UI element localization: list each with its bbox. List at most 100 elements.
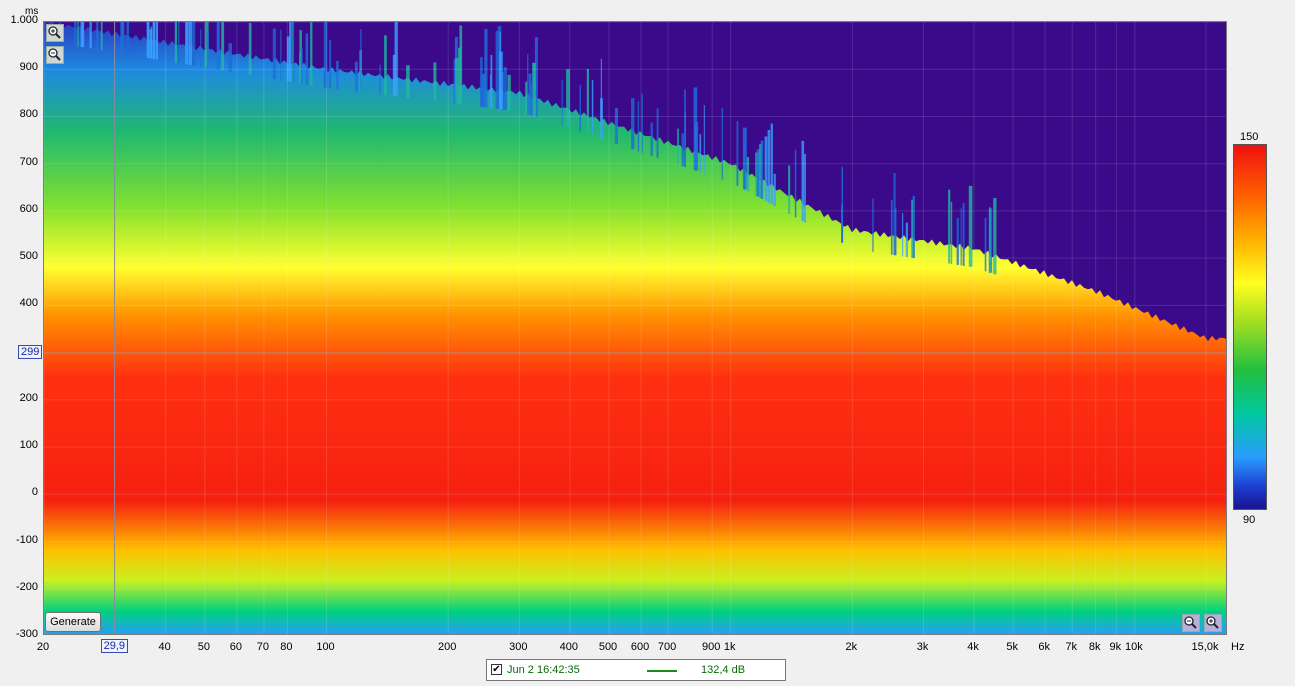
resonance-streak: [121, 22, 125, 54]
resonance-streak: [684, 111, 686, 168]
resonance-streak: [248, 23, 252, 76]
resonance-streak: [993, 197, 997, 275]
resonance-streak: [77, 22, 79, 47]
x-tick-label: 60: [229, 641, 242, 653]
resonance-streak: [433, 62, 437, 102]
resonance-streak: [406, 65, 410, 98]
generate-button[interactable]: Generate: [45, 612, 101, 632]
x-tick-label: 10k: [1124, 641, 1143, 653]
y-tick-label: -100: [15, 533, 38, 546]
x-tick-label: 20: [36, 641, 50, 653]
resonance-streak: [525, 81, 528, 114]
zoom-in-x-button[interactable]: [1204, 614, 1222, 632]
resonance-streak: [384, 35, 387, 96]
resonance-streak: [480, 74, 485, 107]
resonance-streak: [586, 69, 589, 135]
resonance-streak: [228, 43, 232, 72]
resonance-streak: [74, 22, 77, 46]
resonance-streak: [178, 22, 180, 64]
resonance-streak: [721, 107, 723, 180]
resonance-streak: [360, 29, 362, 93]
resonance-streak: [872, 198, 874, 252]
resonance-streak: [912, 195, 915, 259]
resonance-streak: [291, 22, 293, 83]
resonance-streak: [631, 98, 635, 150]
resonance-streak: [656, 108, 659, 158]
x-tick-label: 4k: [967, 641, 979, 653]
measurement-legend: ✔ Jun 2 16:42:35 132,4 dB: [486, 659, 786, 681]
zoom-out-button[interactable]: [46, 46, 64, 64]
resonance-streak: [948, 189, 951, 264]
resonance-streak: [150, 26, 153, 59]
legend-line-swatch: [647, 670, 677, 672]
x-tick-label: 500: [598, 641, 618, 653]
resonance-streak: [394, 22, 398, 97]
legend-checkbox[interactable]: ✔: [491, 664, 502, 675]
resonance-streak: [614, 108, 618, 144]
resonance-streak: [484, 29, 488, 108]
resonance-streak: [200, 29, 202, 68]
resonance-streak: [677, 128, 679, 165]
resonance-streak: [736, 121, 739, 186]
x-tick-label: 9k: [1109, 641, 1122, 653]
x-tick-label: 8k: [1088, 641, 1101, 653]
resonance-streak: [216, 22, 220, 70]
zoom-out-x-button[interactable]: [1182, 614, 1200, 632]
resonance-streak: [100, 22, 103, 51]
x-tick-label: 100: [316, 641, 335, 653]
y-tick-label: 500: [19, 250, 38, 263]
y-tick-label: -200: [15, 580, 38, 593]
resonance-streak: [292, 22, 295, 83]
x-tick-label: 5k: [1006, 641, 1018, 653]
y-tick-label: 0: [31, 486, 38, 499]
resonance-streak: [174, 22, 177, 63]
resonance-streak: [272, 28, 276, 80]
resonance-streak: [561, 79, 563, 126]
y-tick-label: 700: [19, 155, 38, 168]
resonance-streak: [455, 57, 459, 104]
resonance-streak: [354, 61, 358, 92]
cursor-x-readout: 29,9: [100, 639, 128, 653]
x-tick-label: 80: [280, 641, 293, 653]
resonance-streak: [962, 203, 965, 266]
resonance-streak: [681, 133, 684, 167]
resonance-streak: [528, 73, 532, 115]
y-tick-label: 400: [19, 297, 38, 310]
zoom-in-icon: [1206, 616, 1219, 629]
y-tick-label: -300: [15, 628, 38, 640]
zoom-in-button[interactable]: [46, 24, 64, 42]
zoom-out-icon: [1184, 616, 1197, 629]
resonance-streak: [507, 74, 511, 111]
resonance-streak: [336, 61, 339, 90]
decay-envelope: [44, 22, 1226, 634]
resonance-streak: [841, 204, 844, 243]
resonance-streak: [185, 22, 189, 65]
resonance-streak: [300, 48, 303, 84]
resonance-streak: [764, 136, 768, 201]
resonance-streak: [989, 207, 991, 273]
resonance-streak: [188, 22, 192, 66]
resonance-streak: [499, 31, 501, 110]
x-tick-label: 15,0k: [1191, 641, 1219, 653]
legend-value: 132,4 dB: [701, 664, 746, 676]
resonance-streak: [153, 22, 155, 60]
x-tick-label: 600: [630, 641, 650, 653]
spectrogram-plot[interactable]: [43, 21, 1227, 635]
resonance-streak: [760, 140, 764, 199]
resonance-streak: [490, 55, 493, 109]
resonance-streak: [503, 67, 507, 110]
resonance-streak: [794, 149, 797, 218]
resonance-streak: [533, 62, 536, 117]
resonance-streak: [329, 40, 332, 89]
x-tick-label: 6k: [1038, 641, 1050, 653]
resonance-streak: [579, 84, 581, 132]
resonance-streak: [804, 154, 806, 223]
resonance-streak: [191, 22, 196, 66]
y-tick-label: 1.000: [10, 14, 38, 26]
resonance-streak: [96, 22, 99, 50]
x-tick-label: 2k: [845, 641, 858, 653]
resonance-streak: [147, 22, 150, 59]
resonance-streak: [156, 22, 158, 60]
x-tick-label: 40: [158, 641, 171, 653]
resonance-streak: [788, 165, 791, 214]
